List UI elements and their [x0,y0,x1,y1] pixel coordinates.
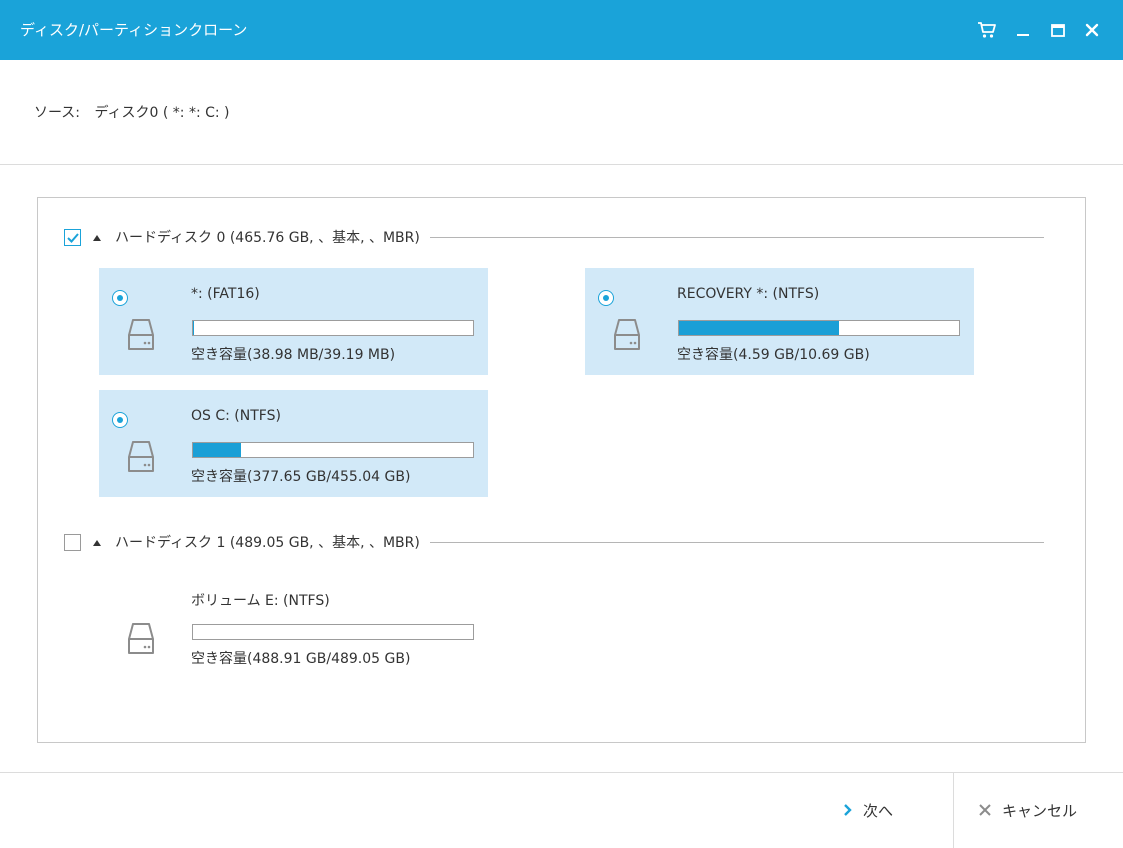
disk-0-checkbox[interactable] [64,228,81,246]
usage-bar-fill [193,443,241,457]
partition-name: *: (FAT16) [191,286,260,302]
footer-divider [0,772,1123,773]
maximize-icon [1051,24,1065,37]
close-icon [1085,23,1099,37]
partition-radio[interactable] [112,290,128,306]
source-info: ソース: ディスク0 ( *: *: C: ) [34,102,230,122]
drive-icon [128,319,154,350]
free-space-text: 空き容量(488.91 GB/489.05 GB) [191,651,411,667]
partition-radio[interactable] [598,290,614,306]
cancel-label: キャンセル [1002,801,1078,820]
drive-icon [128,441,154,472]
partition-card[interactable]: RECOVERY *: (NTFS) 空き容量(4.59 GB/10.69 GB… [585,268,974,375]
disk-row-1: ハードディスク 1 (489.05 GB, 、基本, 、MBR) [64,531,1044,553]
close-icon [979,804,991,816]
partition-name: RECOVERY *: (NTFS) [677,286,820,302]
footer-separator [953,773,954,848]
checkmark-icon [67,232,79,243]
drive-icon [128,623,154,654]
window-title: ディスク/パーティションクローン [20,21,248,39]
partition-name: ボリューム E: (NTFS) [191,593,330,609]
next-button[interactable]: 次へ [843,796,893,824]
cancel-button[interactable]: キャンセル [978,796,1077,824]
disk-row-0: ハードディスク 0 (465.76 GB, 、基本, 、MBR) [64,226,1044,248]
drive-icon [614,319,640,350]
disk-1-separator [429,541,1044,543]
partition-name: OS C: (NTFS) [191,408,281,424]
title-bar: ディスク/パーティションクローン [0,0,1123,60]
free-space-text: 空き容量(38.98 MB/39.19 MB) [191,347,396,363]
free-space-text: 空き容量(4.59 GB/10.69 GB) [677,347,870,363]
source-value: ディスク0 ( *: *: C: ) [94,105,230,121]
minimize-button[interactable] [1011,18,1035,42]
cart-button[interactable] [975,18,999,42]
usage-bar-fill [193,321,195,335]
free-space-text: 空き容量(377.65 GB/455.04 GB) [191,469,411,485]
divider [0,164,1123,165]
partition-card[interactable]: *: (FAT16) 空き容量(38.98 MB/39.19 MB) [99,268,488,375]
disk-1-label: ハードディスク 1 (489.05 GB, 、基本, 、MBR) [115,535,420,551]
collapse-triangle-icon[interactable] [93,234,101,241]
collapse-triangle-icon[interactable] [93,539,101,546]
partition-card[interactable]: ボリューム E: (NTFS) 空き容量(488.91 GB/489.05 GB… [99,572,488,679]
disk-0-label: ハードディスク 0 (465.76 GB, 、基本, 、MBR) [115,230,420,246]
maximize-button[interactable] [1046,18,1070,42]
minimize-icon [1017,34,1029,36]
usage-bar [192,442,474,458]
close-button[interactable] [1080,18,1104,42]
disk-list-panel: ハードディスク 0 (465.76 GB, 、基本, 、MBR) *: (FAT… [37,197,1086,743]
usage-bar [678,320,960,336]
disk-1-checkbox[interactable] [64,533,81,551]
source-label: ソース: [34,105,81,121]
usage-bar-fill [679,321,839,335]
usage-bar [192,624,474,640]
cart-icon [978,22,996,38]
usage-bar [192,320,474,336]
chevron-right-icon [844,804,852,816]
partition-radio[interactable] [112,412,128,428]
disk-0-separator [429,236,1044,238]
partition-card[interactable]: OS C: (NTFS) 空き容量(377.65 GB/455.04 GB) [99,390,488,497]
next-label: 次へ [863,801,894,820]
